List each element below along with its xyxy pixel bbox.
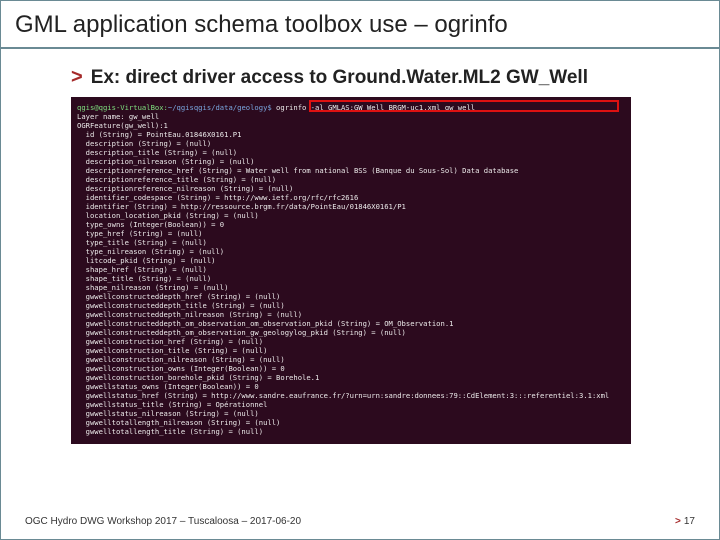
chevron-icon: > bbox=[675, 516, 681, 527]
page-number: >17 bbox=[675, 516, 695, 527]
footer: OGC Hydro DWG Workshop 2017 – Tuscaloosa… bbox=[1, 516, 719, 527]
terminal-screenshot: qgis@qgis-VirtualBox:~/qgisqgis/data/geo… bbox=[71, 97, 631, 444]
slide: GML application schema toolbox use – ogr… bbox=[0, 0, 720, 540]
terminal-prompt: qgis@qgis-VirtualBox:~/qgisqgis/data/geo… bbox=[77, 103, 625, 112]
footer-left: OGC Hydro DWG Workshop 2017 – Tuscaloosa… bbox=[25, 516, 301, 527]
bullet-text: Ex: direct driver access to Ground.Water… bbox=[91, 67, 588, 89]
page-num-value: 17 bbox=[684, 516, 695, 527]
terminal-output: Layer name: gw_well OGRFeature(gw_well):… bbox=[77, 112, 625, 436]
prompt-command: ogrinfo -al GMLAS:GW_Well_BRGM-uc1.xml g… bbox=[272, 103, 475, 112]
chevron-icon: > bbox=[71, 67, 83, 87]
slide-title: GML application schema toolbox use – ogr… bbox=[1, 1, 719, 49]
prompt-path: ~/qgisqgis/data/geology$ bbox=[168, 103, 272, 112]
bullet-row: > Ex: direct driver access to Ground.Wat… bbox=[71, 67, 693, 89]
slide-body: > Ex: direct driver access to Ground.Wat… bbox=[1, 49, 719, 444]
prompt-user: qgis@qgis-VirtualBox: bbox=[77, 103, 168, 112]
